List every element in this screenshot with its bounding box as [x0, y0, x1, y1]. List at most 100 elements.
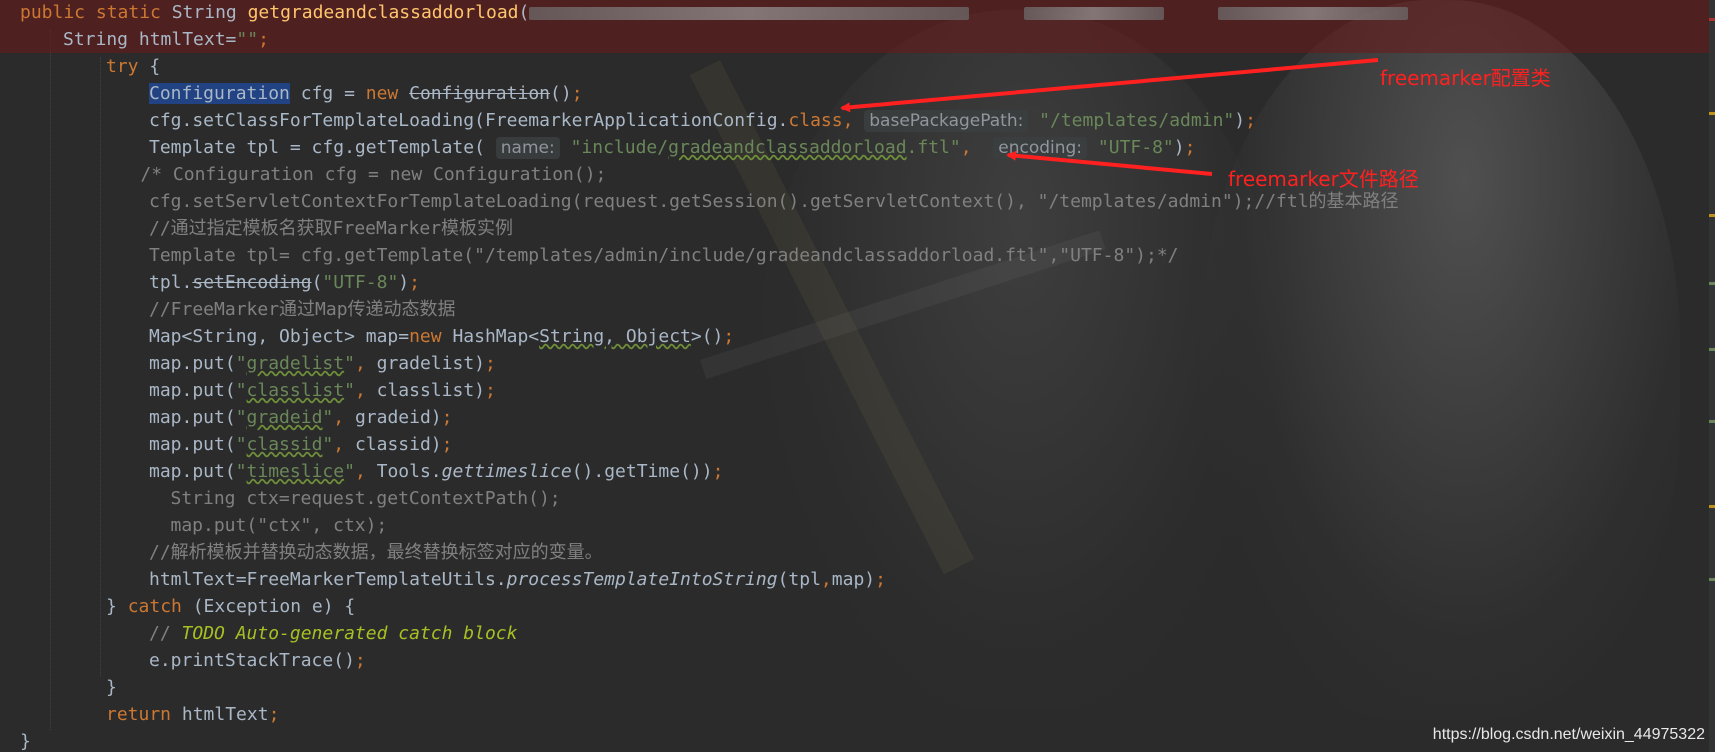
code-token: //解析模板并替换动态数据，最终替换标签对应的变量。: [149, 542, 603, 563]
annotation-path-label: freemarker文件路径: [1228, 167, 1419, 191]
code-token: classid: [246, 434, 323, 455]
code-token: }: [106, 596, 128, 617]
code-token: getgradeandclassaddorload: [247, 2, 519, 23]
code-editor[interactable]: public static String getgradeandclassadd…: [0, 0, 1715, 752]
code-line-print-stack[interactable]: e.printStackTrace();: [0, 647, 1709, 674]
code-line-put-timeslice[interactable]: map.put("timeslice", Tools.gettimeslice(…: [0, 458, 1709, 485]
code-token: ;: [712, 461, 724, 482]
code-token: "UTF-8": [1097, 137, 1174, 158]
code-token: ): [1234, 110, 1246, 131]
code-token: return: [106, 704, 182, 725]
code-token: ): [398, 272, 410, 293]
code-line-cmt-block-4[interactable]: Template tpl= cfg.getTemplate("/template…: [0, 242, 1709, 269]
code-token: //: [149, 623, 182, 644]
typo-marker[interactable]: [1709, 578, 1715, 581]
code-line-cmt-block-2[interactable]: cfg.setServletContextForTemplateLoading(…: [0, 188, 1709, 215]
code-token: ": [235, 353, 247, 374]
typo-marker[interactable]: [1709, 282, 1715, 285]
code-token: ;: [485, 380, 496, 401]
code-token: "UTF-8": [322, 272, 399, 293]
code-token: ": [235, 380, 247, 401]
code-token: map.put(: [149, 461, 236, 482]
code-line-cmt-ctx-1[interactable]: String ctx=request.getContextPath();: [0, 485, 1709, 512]
code-token: gradeandclassaddorload: [668, 137, 907, 158]
code-line-put-classlist[interactable]: map.put("classlist", classlist);: [0, 377, 1709, 404]
warning-marker[interactable]: [1709, 505, 1715, 508]
redacted-parameter: [1217, 6, 1408, 20]
code-line-close-catch[interactable]: }: [0, 674, 1709, 701]
code-token: Configuration: [149, 83, 290, 104]
typo-marker[interactable]: [1709, 420, 1715, 423]
code-token: ,: [842, 110, 865, 131]
code-line-process-template[interactable]: htmlText=FreeMarkerTemplateUtils.process…: [0, 566, 1709, 593]
code-token: ": [344, 353, 355, 374]
code-token: ;: [441, 434, 453, 455]
code-token: map): [831, 569, 876, 590]
code-token: ;: [485, 353, 496, 374]
code-line-catch[interactable]: } catch (Exception e) {: [0, 593, 1709, 620]
code-line-put-classid[interactable]: map.put("classid", classid);: [0, 431, 1709, 458]
code-token: new: [365, 83, 410, 104]
code-line-signature[interactable]: public static String getgradeandclassadd…: [0, 0, 1709, 26]
code-token: TODO Auto-generated catch block: [181, 623, 518, 644]
code-token: class: [788, 110, 843, 131]
code-token: ;: [268, 704, 280, 725]
code-line-cmt-map[interactable]: //FreeMarker通过Map传递动态数据: [0, 296, 1709, 323]
code-line-cmt-ctx-2[interactable]: map.put("ctx", ctx);: [0, 512, 1709, 539]
code-token: gettimeslice: [441, 461, 572, 482]
code-token: ": [235, 461, 247, 482]
code-token: String ctx=request.getContextPath();: [170, 488, 561, 509]
code-line-cfg-set-class[interactable]: cfg.setClassForTemplateLoading(Freemarke…: [0, 107, 1709, 134]
code-line-html-text-decl[interactable]: String htmlText="";: [0, 26, 1709, 53]
code-token: ;: [1184, 137, 1196, 158]
code-line-tpl-set-encoding[interactable]: tpl.setEncoding("UTF-8");: [0, 269, 1709, 296]
code-line-map-new[interactable]: Map<String, Object> map=new HashMap<Stri…: [0, 323, 1709, 350]
code-token: "": [236, 29, 259, 50]
annotation-config-label: freemarker配置类: [1380, 66, 1551, 90]
code-token: cfg.setServletContextForTemplateLoading(…: [149, 191, 1399, 212]
code-token: String, Object: [539, 326, 691, 347]
typo-marker[interactable]: [1709, 348, 1715, 351]
code-token: new: [409, 326, 453, 347]
code-token: htmlText: [181, 704, 269, 725]
code-token: ().getTime()): [571, 461, 713, 482]
code-line-cmt-parse[interactable]: //解析模板并替换动态数据，最终替换标签对应的变量。: [0, 539, 1709, 566]
redacted-parameter: [529, 6, 970, 20]
code-line-return[interactable]: return htmlText;: [0, 701, 1709, 728]
code-token: htmlText=FreeMarkerTemplateUtils.: [149, 569, 507, 590]
code-token: }: [20, 731, 31, 752]
code-token: map.put("ctx", ctx);: [170, 515, 388, 536]
code-token: (tpl: [777, 569, 821, 590]
code-token: gradelist): [376, 353, 485, 374]
code-token: try: [106, 56, 139, 77]
code-line-cmt-block-1[interactable]: /* Configuration cfg = new Configuration…: [0, 161, 1709, 188]
code-token: Map<String, Object> map=: [149, 326, 410, 347]
code-token: processTemplateIntoString: [506, 569, 778, 590]
code-line-put-gradelist[interactable]: map.put("gradelist", gradelist);: [0, 350, 1709, 377]
code-token: >(): [690, 326, 724, 347]
error-stripe[interactable]: [1709, 0, 1715, 752]
code-token: ;: [258, 29, 269, 50]
code-token: (: [311, 272, 323, 293]
code-token: ;: [1245, 110, 1256, 131]
code-token: Template tpl = cfg.getTemplate(: [149, 137, 496, 158]
error-marker[interactable]: [1709, 18, 1715, 21]
code-token: ;: [723, 326, 735, 347]
code-token: ": [235, 434, 247, 455]
code-token: ;: [875, 569, 886, 590]
warning-marker[interactable]: [1709, 214, 1715, 217]
code-token: ,: [333, 434, 355, 455]
code-token: setEncoding: [192, 272, 312, 293]
code-token: Tools.: [376, 461, 442, 482]
code-token: gradeid): [354, 407, 442, 428]
code-line-tpl-get[interactable]: Template tpl = cfg.getTemplate( name: "i…: [0, 134, 1709, 161]
code-line-todo[interactable]: // TODO Auto-generated catch block: [0, 620, 1709, 647]
code-line-put-gradeid[interactable]: map.put("gradeid", gradeid);: [0, 404, 1709, 431]
code-token: gradeid: [246, 407, 323, 428]
code-line-cmt-block-3[interactable]: //通过指定模板名获取FreeMarker模板实例: [0, 215, 1709, 242]
code-token: ;: [354, 650, 366, 671]
warning-marker[interactable]: [1709, 112, 1715, 115]
code-token: Configuration: [409, 83, 550, 104]
code-token: map.put(: [149, 434, 236, 455]
